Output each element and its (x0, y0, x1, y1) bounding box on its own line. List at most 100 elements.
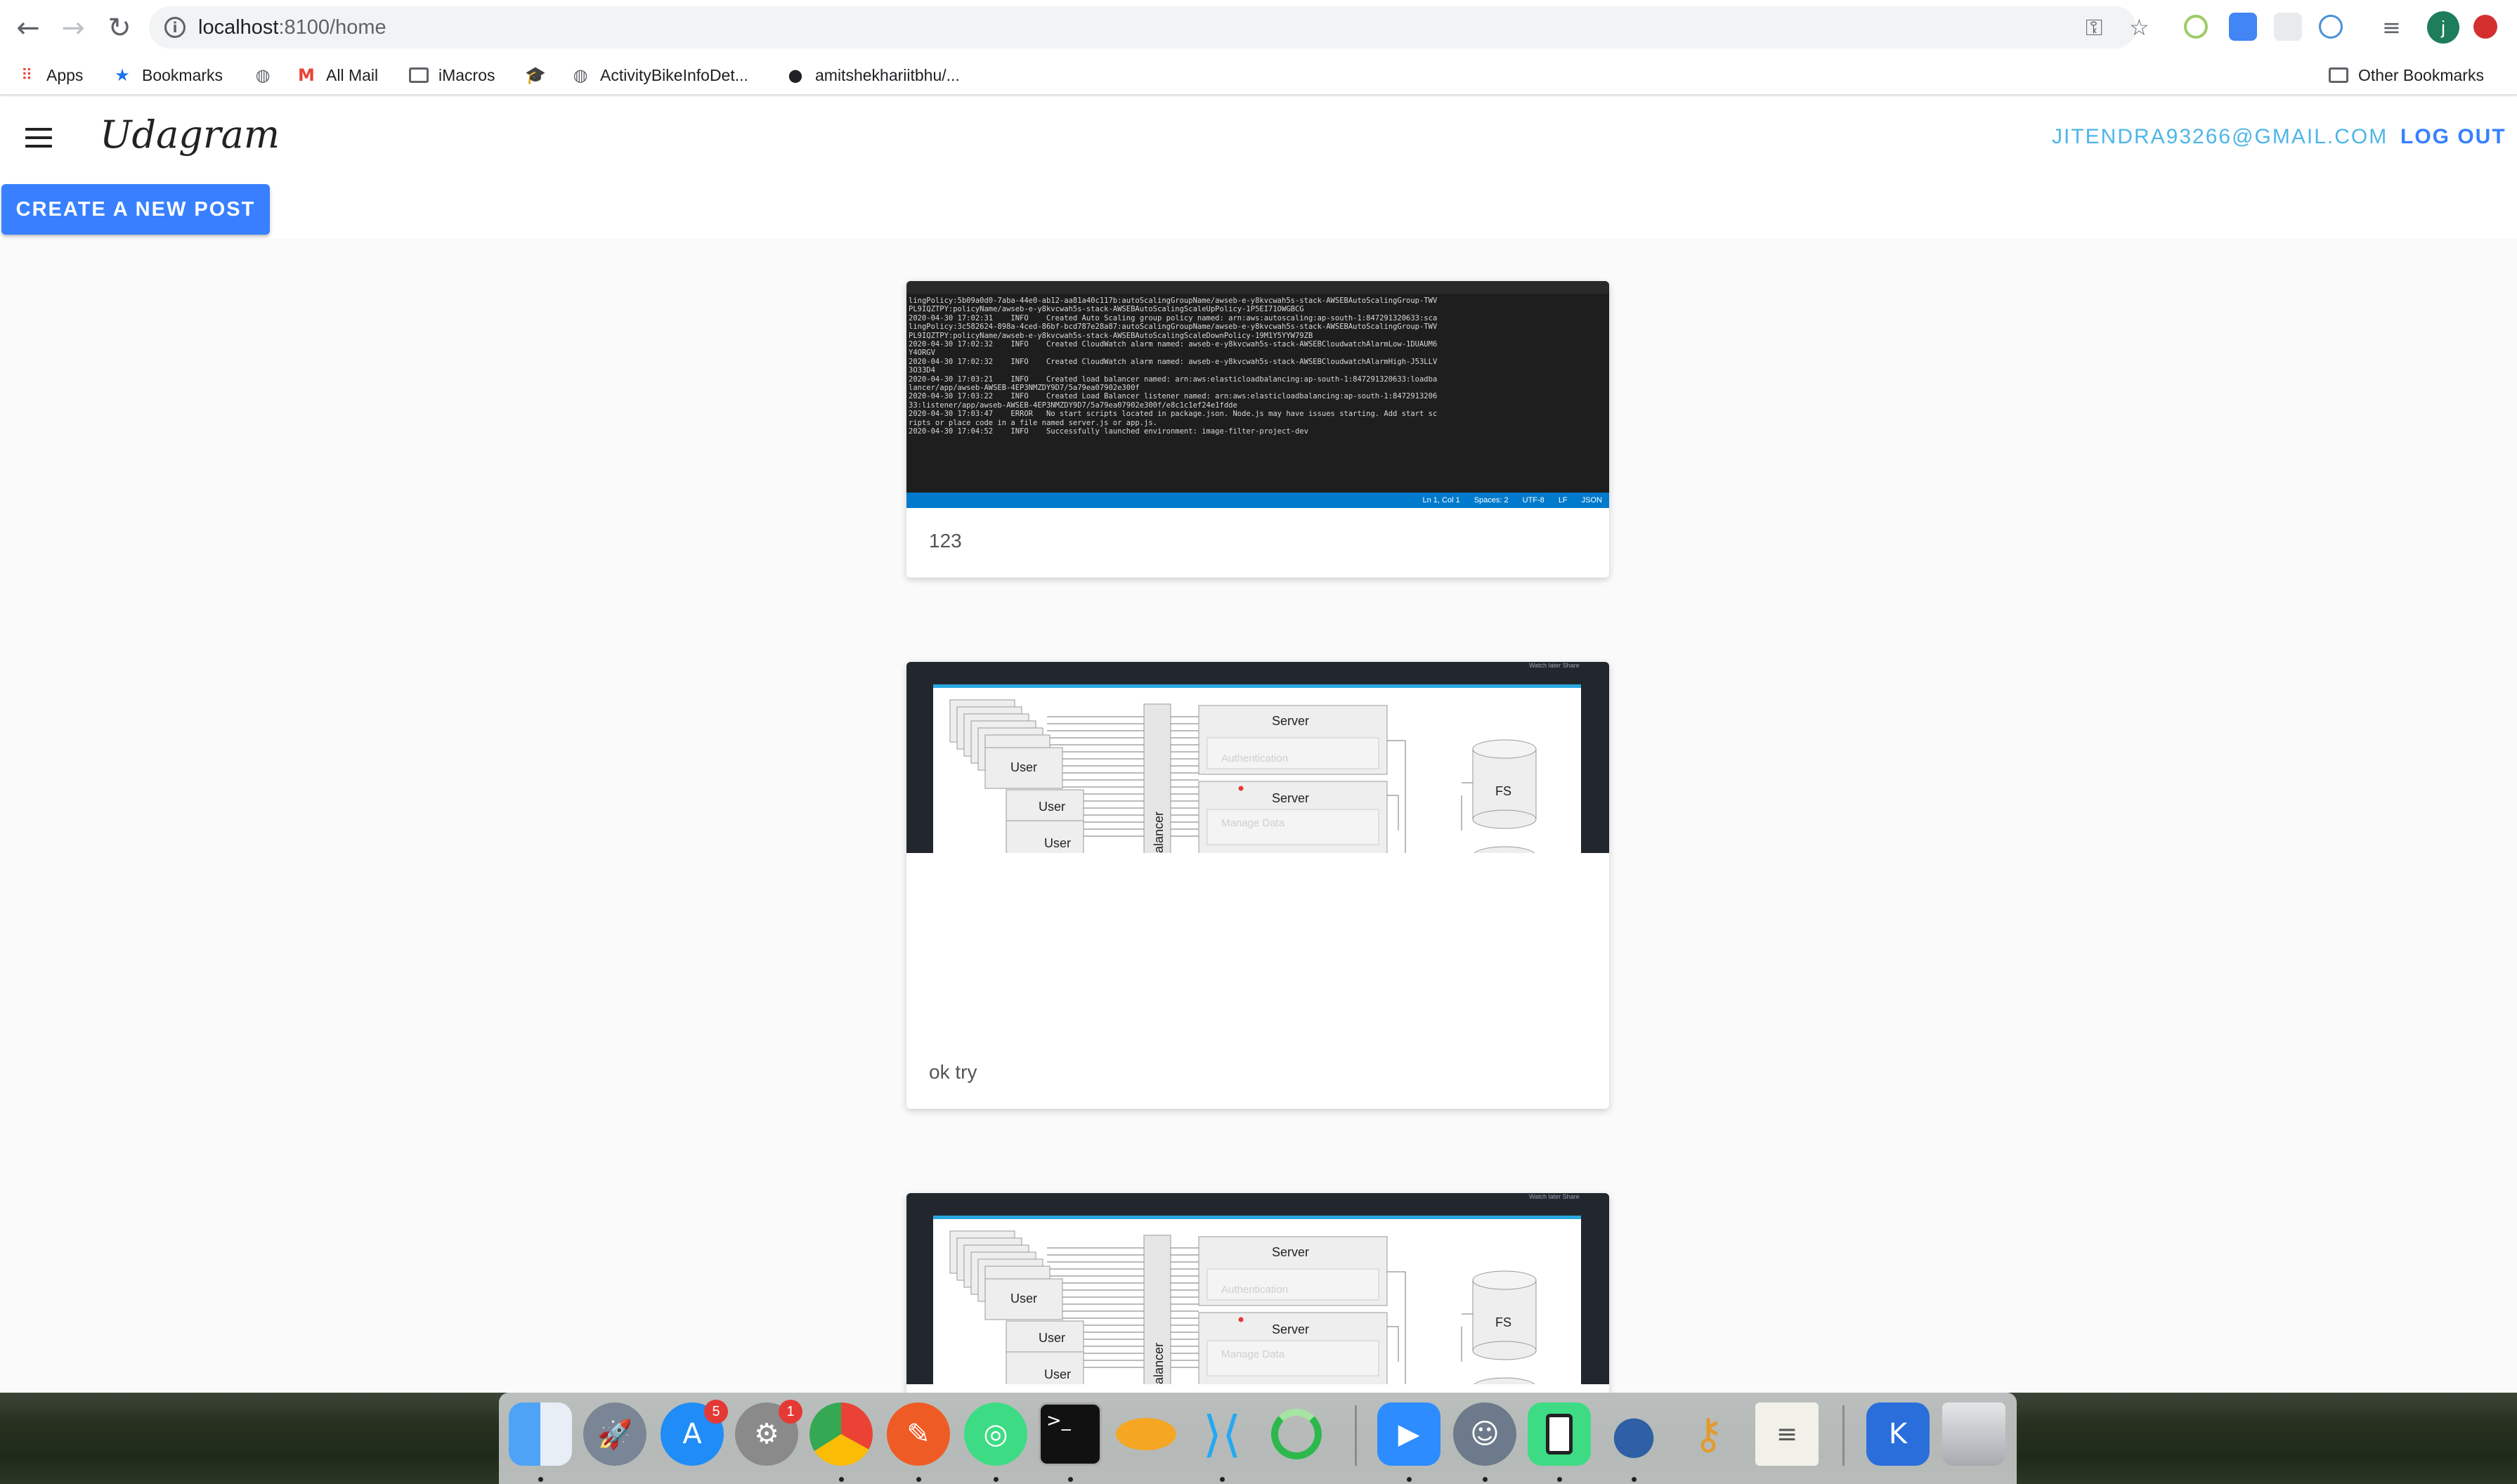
postman-icon[interactable]: ✎ (887, 1402, 950, 1466)
running-indicator (1483, 1477, 1488, 1482)
url-input[interactable]: i localhost:8100/home (149, 6, 2136, 48)
loader-app-icon[interactable] (1265, 1402, 1328, 1466)
terminal-line: Y4ORGV (909, 349, 935, 358)
android-studio-icon[interactable]: ◎ (964, 1402, 1027, 1466)
globe-icon: ◍ (255, 65, 271, 85)
url-host: localhost (198, 15, 279, 39)
user-label: User (1039, 1331, 1065, 1345)
auth-label: Authentication (1221, 753, 1288, 764)
user-email-link[interactable]: JITENDRA93266@GMAIL.COM (2052, 125, 2388, 149)
status-bar-item: JSON (1581, 496, 1602, 505)
terminal-line: PL9IQZTPY:policyName/awseb-e-y8kvcwah5s-… (909, 331, 1313, 340)
balancer-label: alancer (1152, 1343, 1166, 1384)
keychain-icon[interactable]: ⚷ (1677, 1402, 1740, 1466)
terminal-line: lingPolicy:5b09a0d0-7aba-44e0-ab12-aa81a… (909, 297, 1438, 305)
terminal-line: 2020-04-30 17:03:47 ERROR No start scrip… (909, 410, 1438, 419)
forward-arrow-icon[interactable]: → (55, 10, 91, 46)
dock-separator (1842, 1405, 1845, 1466)
bookmark-all-mail[interactable]: M All Mail (297, 62, 378, 89)
chrome-icon[interactable] (809, 1402, 873, 1466)
globe-extension-icon[interactable] (2319, 15, 2343, 39)
finder-icon[interactable] (509, 1402, 572, 1466)
logout-button[interactable]: LOG OUT (2400, 125, 2506, 149)
extension-loader-icon[interactable] (2184, 15, 2208, 39)
user-label: User (1039, 800, 1065, 814)
globe-icon: ◍ (573, 65, 588, 85)
status-bar-item: Spaces: 2 (1474, 496, 1509, 505)
graduation-cap-icon: 🎓 (525, 65, 546, 85)
profile-avatar[interactable]: j (2427, 11, 2459, 44)
cursor-dot (1238, 1317, 1244, 1322)
user-label: User (1044, 836, 1071, 850)
terminal-line: 2020-04-30 17:03:21 INFO Created load ba… (909, 375, 1438, 384)
extension-grid-icon[interactable] (2274, 13, 2302, 41)
fs-cylinder-bottom (1472, 1341, 1537, 1360)
bookmark-globe[interactable]: ◍ (253, 62, 282, 89)
apps-grid-icon: ⠿ (20, 66, 33, 84)
reload-icon[interactable]: ↻ (101, 10, 138, 46)
user-label: User (1044, 1367, 1071, 1381)
bookmark-graduation[interactable]: 🎓 (525, 62, 555, 89)
star-icon[interactable]: ☆ (2129, 14, 2149, 41)
other-bookmarks[interactable]: Other Bookmarks (2329, 62, 2484, 89)
reading-list-icon[interactable]: ≡ (2382, 14, 2401, 41)
auth-label: Authentication (1221, 1284, 1288, 1296)
textedit-icon[interactable]: ≡ (1755, 1402, 1819, 1466)
status-bar-item: UTF-8 (1522, 496, 1544, 505)
running-indicator (1632, 1477, 1637, 1482)
manage-data-label: Manage Data (1221, 1348, 1285, 1360)
vscode-icon[interactable]: ⟩⟨ (1190, 1402, 1254, 1466)
create-post-button[interactable]: CREATE A NEW POST (1, 184, 270, 235)
bookmark-label: All Mail (326, 65, 379, 84)
running-indicator (1557, 1477, 1562, 1482)
architecture-diagram: Watch later Share User User User alancer Serv… (933, 662, 1581, 853)
running-indicator (916, 1477, 921, 1482)
dock-separator (1355, 1405, 1357, 1466)
terminal-line: ripts or place code in a file named serv… (909, 418, 1158, 427)
site-info-icon[interactable]: i (164, 17, 186, 38)
trash-icon[interactable] (1942, 1402, 2005, 1466)
zoom-icon[interactable]: ▶ (1377, 1402, 1440, 1466)
manage-data-label: Manage Data (1221, 817, 1285, 829)
running-indicator (1068, 1477, 1073, 1482)
user-label: User (1010, 760, 1037, 774)
translate-icon[interactable] (2229, 13, 2257, 41)
bookmarks-bar: ⠿ Apps ★ Bookmarks ◍ M All Mail iMacros … (0, 55, 2517, 96)
bookmark-activity[interactable]: ◍ ActivityBikeInfoDet... (571, 62, 748, 89)
bookmark-bookmarks[interactable]: ★ Bookmarks (112, 62, 223, 89)
slide-accent-line (933, 1216, 1581, 1219)
bookmark-label: ActivityBikeInfoDet... (600, 65, 748, 84)
menu-icon[interactable] (25, 128, 52, 148)
feed-item: Watch later Share User User User alancer Serv… (906, 662, 1609, 1109)
running-indicator (538, 1477, 543, 1482)
server-label: Server (1272, 1245, 1309, 1259)
server-label: Server (1272, 1322, 1309, 1336)
user-label: User (1010, 1291, 1037, 1306)
bookmark-imacros[interactable]: iMacros (409, 62, 495, 89)
video-top-links: Watch later Share (1529, 1193, 1580, 1200)
status-bar-item: Ln 1, Col 1 (1422, 496, 1460, 505)
update-alert-icon[interactable] (2473, 15, 2497, 39)
launchpad-icon[interactable]: 🚀 (583, 1402, 646, 1466)
blimp-icon[interactable] (1114, 1402, 1178, 1466)
kite-icon[interactable]: K (1866, 1402, 1930, 1466)
terminal-line: 2020-04-30 17:02:31 INFO Created Auto Sc… (909, 313, 1438, 323)
key-icon[interactable]: ⚿ (2086, 14, 2102, 41)
sequel-pro-icon[interactable]: ☺ (1453, 1402, 1516, 1466)
terminal-icon[interactable]: >_ (1039, 1402, 1102, 1466)
bookmark-github[interactable]: ● amitshekhariitbhu/... (786, 62, 960, 89)
video-top-links: Watch later Share (1529, 662, 1580, 669)
tableplus-elephant-icon[interactable]: ● (1602, 1402, 1665, 1466)
bookmark-label: Apps (46, 65, 84, 84)
fs-label: FS (1495, 784, 1511, 798)
editor-status-bar: Ln 1, Col 1 Spaces: 2 UTF-8 LF JSON (906, 493, 1609, 508)
post-image: Watch later Share User User User alancer Serv… (906, 1193, 1609, 1384)
device-app-icon[interactable] (1528, 1402, 1591, 1466)
bookmark-apps[interactable]: ⠿ Apps (17, 62, 84, 89)
running-indicator (994, 1477, 999, 1482)
terminal-line: lancer/app/awseb-AWSEB-4EP3NMZDY9D7/5a79… (909, 384, 1140, 393)
back-arrow-icon[interactable]: ← (10, 10, 46, 46)
bookmark-label: amitshekhariitbhu/... (815, 65, 960, 84)
slide-accent-line (933, 684, 1581, 688)
running-indicator (839, 1477, 844, 1482)
